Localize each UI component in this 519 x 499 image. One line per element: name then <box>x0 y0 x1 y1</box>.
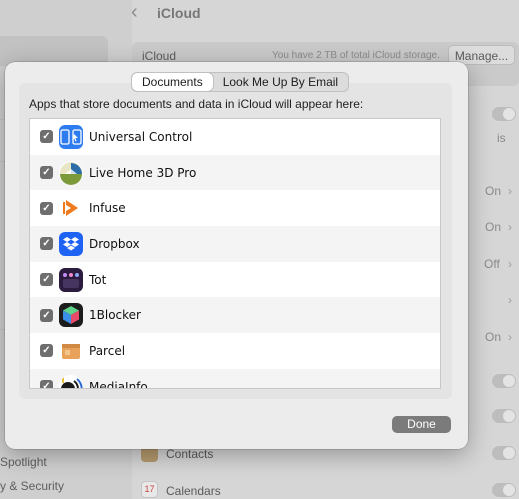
icloud-label: iCloud <box>142 49 177 63</box>
done-button[interactable]: Done <box>392 416 451 433</box>
checkbox[interactable]: ✓ <box>40 308 53 322</box>
tab-documents[interactable]: Documents <box>132 73 213 91</box>
list-item[interactable]: ✓ Infuse <box>30 190 440 226</box>
app-name: Live Home 3D Pro <box>89 165 197 180</box>
checkbox[interactable]: ✓ <box>40 201 53 215</box>
list-item[interactable]: ✓ 1Blocker <box>30 297 440 334</box>
toggle-switch[interactable] <box>492 107 516 121</box>
tot-icon <box>59 267 83 292</box>
toggle-switch[interactable] <box>492 409 516 423</box>
page-title: iCloud <box>157 5 201 21</box>
chevron-right-icon: › <box>508 293 512 307</box>
app-name: Tot <box>89 272 107 287</box>
app-name: Universal Control <box>89 129 193 144</box>
tab-look-me-up-by-email[interactable]: Look Me Up By Email <box>213 73 348 91</box>
list-item[interactable]: ✓ Parcel <box>30 333 440 369</box>
checkbox[interactable]: ✓ <box>40 237 53 251</box>
list-item[interactable]: ✓ MediaInfo <box>30 368 440 389</box>
segmented-control: Documents Look Me Up By Email <box>131 72 350 92</box>
checkbox[interactable]: ✓ <box>40 273 53 287</box>
checkbox[interactable]: ✓ <box>40 130 53 144</box>
parcel-icon <box>59 338 83 363</box>
sidebar-item-spotlight[interactable]: Spotlight <box>0 455 47 469</box>
sheet-description: Apps that store documents and data in iC… <box>29 97 364 111</box>
list-item[interactable]: ✓ Universal Control <box>30 119 440 155</box>
checkbox[interactable]: ✓ <box>40 380 53 388</box>
list-item[interactable]: ✓ Live Home 3D Pro <box>30 154 440 191</box>
chevron-right-icon: › <box>508 330 512 344</box>
apps-list[interactable]: ✓ Universal Control ✓ Live Home 3D Pro ✓… <box>29 118 441 389</box>
app-name: MediaInfo <box>89 379 148 389</box>
chevron-right-icon: › <box>508 184 512 198</box>
setting-value: On <box>485 184 502 198</box>
app-name: 1Blocker <box>89 308 141 323</box>
sidebar-item-privacy-security[interactable]: y & Security <box>0 479 64 493</box>
chevron-right-icon: › <box>508 257 512 271</box>
app-name: Infuse <box>89 201 126 216</box>
infuse-icon <box>59 196 83 221</box>
setting-value: Off <box>484 257 500 271</box>
back-button[interactable]: ‹ <box>131 1 138 24</box>
dropbox-icon <box>59 231 83 256</box>
live-home-3d-icon <box>59 160 83 185</box>
app-name: Dropbox <box>89 236 140 251</box>
list-item[interactable]: ✓ Tot <box>30 262 440 298</box>
universal-control-icon <box>59 124 83 149</box>
partial-text: is <box>497 131 506 145</box>
storage-text: You have 2 TB of total iCloud storage. <box>272 50 440 61</box>
app-name: Parcel <box>89 343 126 358</box>
toggle-switch[interactable] <box>492 374 516 388</box>
checkbox[interactable]: ✓ <box>40 166 53 180</box>
toggle-switch[interactable] <box>492 446 516 460</box>
toggle-switch[interactable] <box>492 483 516 497</box>
contacts-label: Contacts <box>166 447 214 461</box>
calendar-icon: 17 <box>141 481 158 498</box>
oneblocker-icon <box>59 303 83 328</box>
checkbox[interactable]: ✓ <box>40 344 53 358</box>
mediainfo-icon <box>59 374 83 388</box>
chevron-right-icon: › <box>508 220 512 234</box>
calendars-label: Calendars <box>166 484 221 498</box>
list-item[interactable]: ✓ Dropbox <box>30 226 440 262</box>
setting-value: On <box>485 330 502 344</box>
setting-value: On <box>485 220 502 234</box>
